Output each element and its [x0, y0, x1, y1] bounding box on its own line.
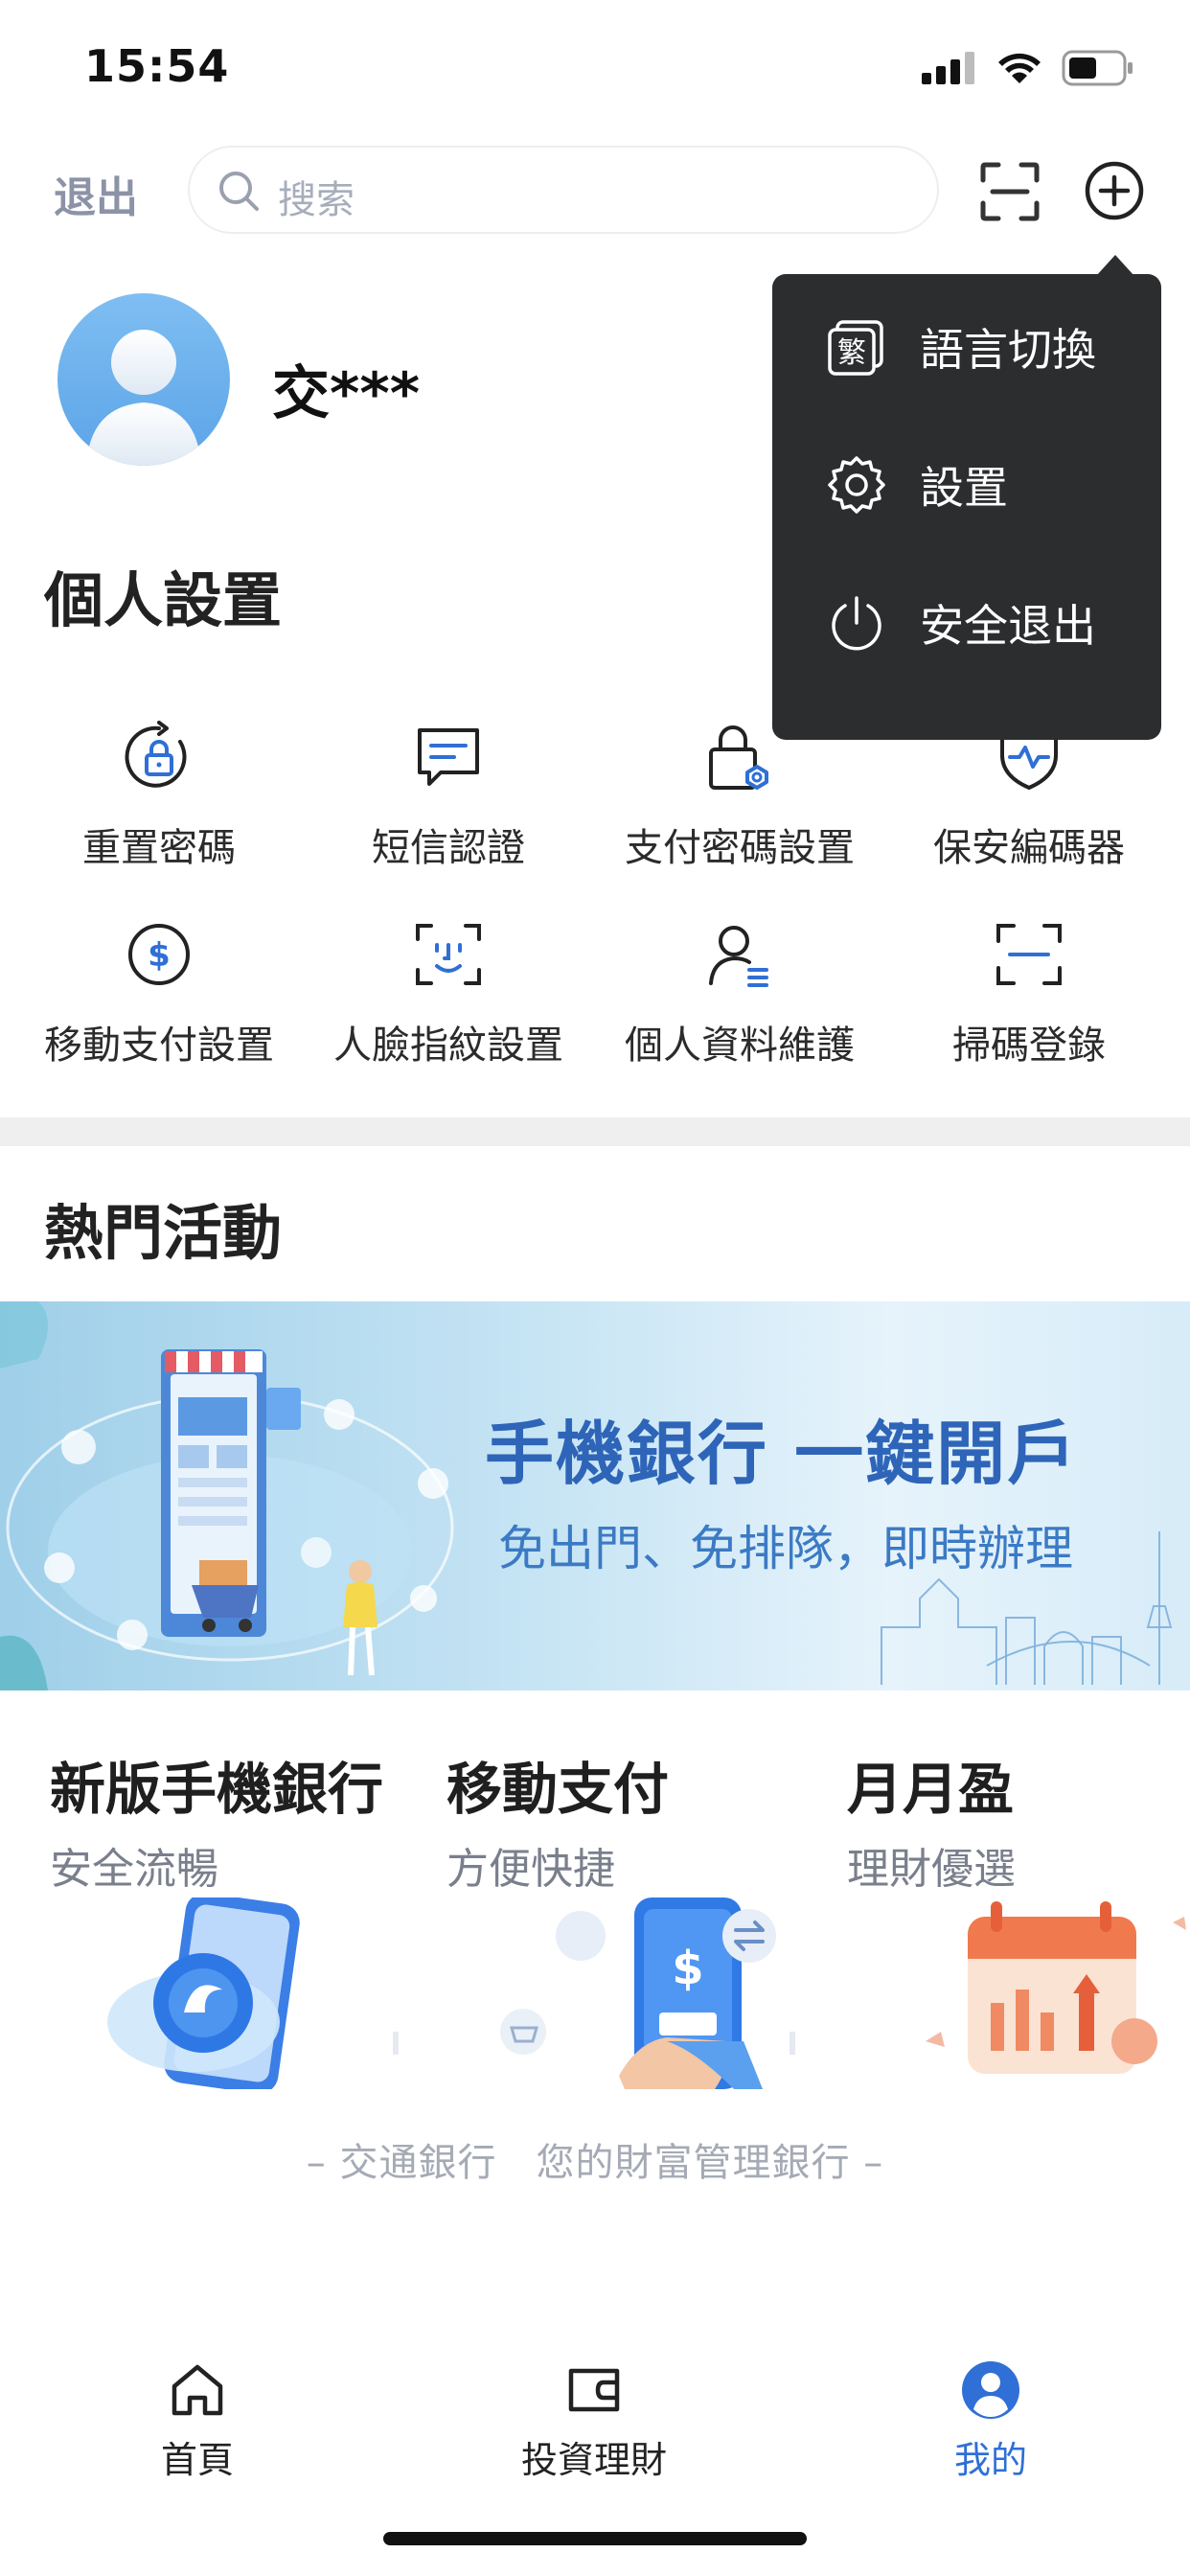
product-title: 月月盈 — [847, 1757, 1015, 1822]
wifi-icon — [998, 53, 1041, 83]
exit-button[interactable]: 退出 — [54, 163, 138, 224]
menu-item-language[interactable]: 繁 語言切換 — [772, 280, 1161, 414]
dollar-circle-icon: $ — [128, 924, 190, 985]
sms-icon — [418, 728, 479, 786]
battery-icon — [1062, 50, 1133, 86]
tab-investment[interactable]: 投資理財 — [450, 2359, 738, 2483]
menu-label: 安全退出 — [920, 600, 1096, 652]
payment-lock-icon — [709, 725, 768, 790]
search-placeholder: 搜索 — [278, 178, 355, 222]
grid-item-scan-login[interactable]: 掃碼登錄 — [885, 918, 1173, 1081]
product-title: 新版手機銀行 — [50, 1757, 384, 1822]
scan-icon[interactable] — [979, 161, 1041, 222]
phone-payment-icon: $ — [500, 1898, 795, 2089]
search-input[interactable]: 搜索 — [188, 146, 939, 234]
grid-item-reset-password[interactable]: 重置密碼 — [15, 721, 303, 884]
section-divider — [0, 1117, 1190, 1146]
grid-label: 重置密碼 — [82, 826, 236, 870]
profile-icon — [709, 926, 768, 987]
user-icon — [962, 2361, 1019, 2419]
calendar-chart-icon — [926, 1901, 1186, 2074]
gear-icon — [828, 456, 885, 514]
grid-item-face-fingerprint[interactable]: 人臉指紋設置 — [305, 918, 592, 1081]
grid-label: 掃碼登錄 — [952, 1024, 1106, 1068]
menu-label: 語言切換 — [920, 324, 1096, 376]
menu-label: 設置 — [920, 462, 1008, 514]
grid-item-mobile-payment-settings[interactable]: $ 移動支付設置 — [15, 918, 303, 1081]
product-subtitle: 安全流暢 — [50, 1845, 218, 1894]
power-icon — [832, 596, 881, 651]
search-icon — [219, 172, 259, 211]
product-subtitle: 方便快捷 — [446, 1845, 615, 1894]
grid-item-profile-maintenance[interactable]: 個人資料維護 — [596, 918, 883, 1081]
status-bar: 15:54 — [0, 0, 1190, 144]
grid-item-sms-verify[interactable]: 短信認證 — [305, 721, 592, 884]
grid-label: 保安編碼器 — [933, 826, 1125, 870]
product-card-monthly-wealth[interactable]: 月月盈 理財優選 — [847, 1744, 1190, 2099]
grid-item-payment-password[interactable]: 支付密碼設置 — [596, 721, 883, 884]
menu-item-safe-logout[interactable]: 安全退出 — [772, 556, 1161, 690]
banner-subtitle: 免出門、免排隊，即時辦理 — [498, 1521, 1073, 1576]
hot-events-title: 熱門活動 — [44, 1198, 283, 1268]
grid-label: 支付密碼設置 — [625, 826, 855, 870]
wallet-icon — [568, 2368, 620, 2412]
tab-label: 我的 — [953, 2439, 1027, 2481]
svg-text:繁: 繁 — [837, 336, 866, 370]
dropdown-arrow — [1096, 255, 1134, 276]
menu-item-settings[interactable]: 設置 — [772, 418, 1161, 552]
tab-mine[interactable]: 我的 — [847, 2359, 1134, 2483]
home-indicator — [383, 2532, 807, 2545]
plus-circle-icon[interactable] — [1083, 159, 1146, 222]
top-bar: 退出 搜索 — [0, 144, 1190, 240]
home-icon — [172, 2364, 223, 2416]
svg-text:$: $ — [672, 1942, 703, 1995]
scan-icon — [996, 924, 1062, 985]
dropdown-menu: 繁 語言切換 設置 安全退出 — [772, 274, 1161, 740]
language-icon: 繁 — [828, 320, 883, 376]
svg-text:$: $ — [148, 936, 171, 975]
grid-label: 短信認證 — [372, 826, 525, 870]
face-id-icon — [416, 924, 481, 985]
signal-icon — [922, 52, 974, 84]
grid-label: 人臉指紋設置 — [333, 1024, 563, 1068]
product-title: 移動支付 — [446, 1757, 670, 1822]
bank-slogan: – 交通銀行 您的財富管理銀行 – — [306, 2141, 884, 2185]
product-card-new-mobile-banking[interactable]: 新版手機銀行 安全流暢 — [50, 1744, 414, 2099]
tab-label: 首頁 — [160, 2439, 234, 2481]
status-icons — [922, 50, 1134, 86]
tab-label: 投資理財 — [520, 2439, 667, 2481]
product-card-mobile-payment[interactable]: 移動支付 方便快捷 $ — [446, 1744, 811, 2099]
promo-banner[interactable]: 手機銀行 一鍵開戶 免出門、免排隊，即時辦理 — [0, 1301, 1190, 1690]
phone-app-icon — [107, 1898, 399, 2089]
status-time: 15:54 — [84, 40, 230, 92]
grid-label: 個人資料維護 — [625, 1024, 855, 1068]
reset-lock-icon — [125, 721, 187, 788]
user-name: 交*** — [272, 360, 421, 427]
tab-home[interactable]: 首頁 — [54, 2359, 341, 2483]
product-subtitle: 理財優選 — [847, 1845, 1016, 1894]
grid-item-security-token[interactable]: 保安編碼器 — [885, 721, 1173, 884]
avatar-image — [86, 330, 201, 466]
banner-title: 手機銀行 一鍵開戶 — [485, 1414, 1079, 1494]
grid-label: 移動支付設置 — [44, 1024, 274, 1068]
personal-settings-title: 個人設置 — [44, 565, 283, 635]
avatar[interactable] — [57, 293, 230, 466]
